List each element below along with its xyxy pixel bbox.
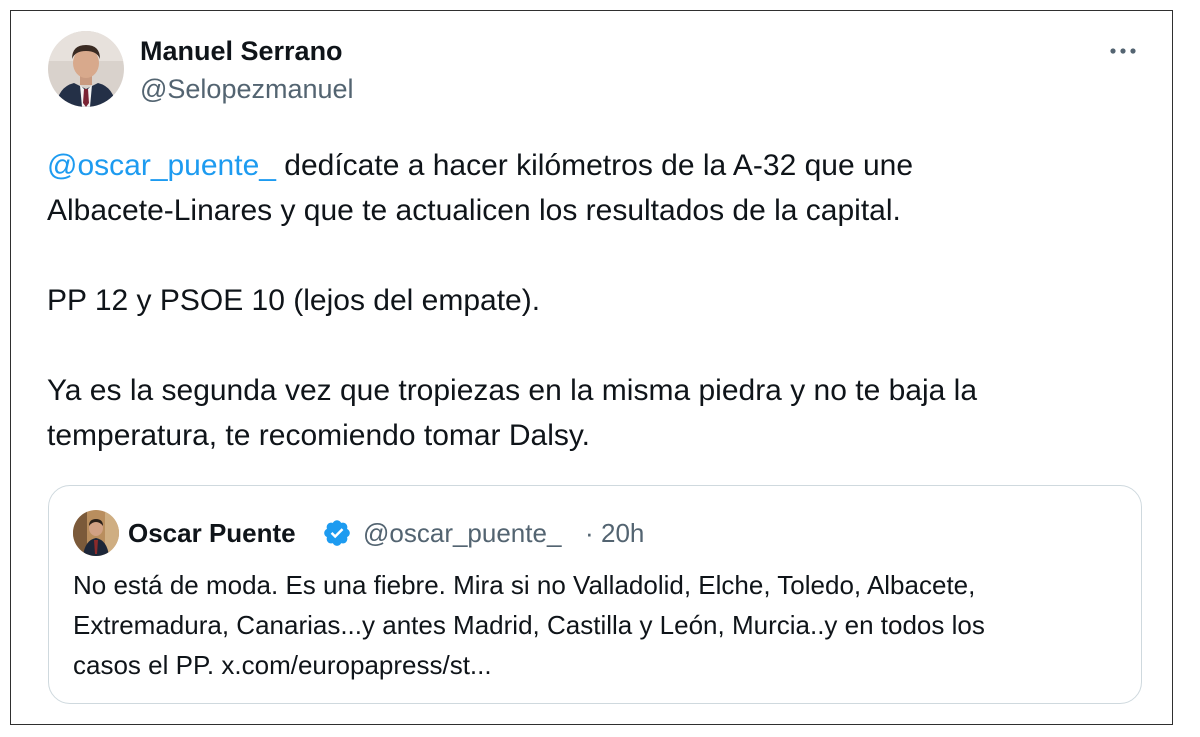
quoted-tweet-card[interactable]: Oscar Puente @oscar_puente_ · 20h No est… [48, 485, 1142, 704]
quoted-text-line: No está de moda. Es una fiebre. Mira si … [73, 570, 976, 600]
quoted-tweet-text: No está de moda. Es una fiebre. Mira si … [73, 565, 1123, 685]
more-options-button[interactable] [1105, 33, 1145, 69]
tweet-text-line: PP 12 y PSOE 10 (lejos del empate). [47, 284, 541, 317]
separator-dot: · [585, 518, 594, 548]
quoted-author-name[interactable]: Oscar Puente [128, 517, 296, 549]
tweet-text-line: Albacete-Linares y que te actualicen los… [47, 194, 901, 227]
tweet-text-line: Ya es la segunda vez que tropiezas en la… [47, 374, 977, 407]
quoted-author-avatar-image [73, 510, 119, 556]
author-avatar-image [48, 31, 124, 107]
tweet-text-line: @oscar_puente_ dedícate a hacer kilómetr… [47, 143, 1137, 188]
more-horizontal-icon [1110, 48, 1136, 54]
mention-link[interactable]: @oscar_puente_ [47, 149, 276, 182]
quoted-text-line: Extremadura, Canarias...y antes Madrid, … [73, 610, 985, 640]
tweet-text-segment: dedícate a hacer kilómetros de la A-32 q… [275, 149, 914, 182]
quoted-author-avatar[interactable] [73, 510, 119, 556]
author-handle[interactable]: @Selopezmanuel [140, 73, 354, 105]
quoted-author-handle[interactable]: @oscar_puente_ [363, 517, 561, 549]
quoted-text-line: casos el PP. x.com/europapress/st... [73, 650, 492, 680]
verified-badge-icon [324, 520, 350, 546]
author-name[interactable]: Manuel Serrano [140, 35, 343, 67]
tweet-card: Manuel Serrano @Selopezmanuel @oscar_pue… [10, 10, 1173, 725]
author-avatar[interactable] [48, 31, 124, 107]
tweet-text: @oscar_puente_ dedícate a hacer kilómetr… [47, 143, 1137, 458]
quoted-timestamp[interactable]: 20h [601, 517, 644, 549]
tweet-text-line: temperatura, te recomiendo tomar Dalsy. [47, 419, 591, 452]
